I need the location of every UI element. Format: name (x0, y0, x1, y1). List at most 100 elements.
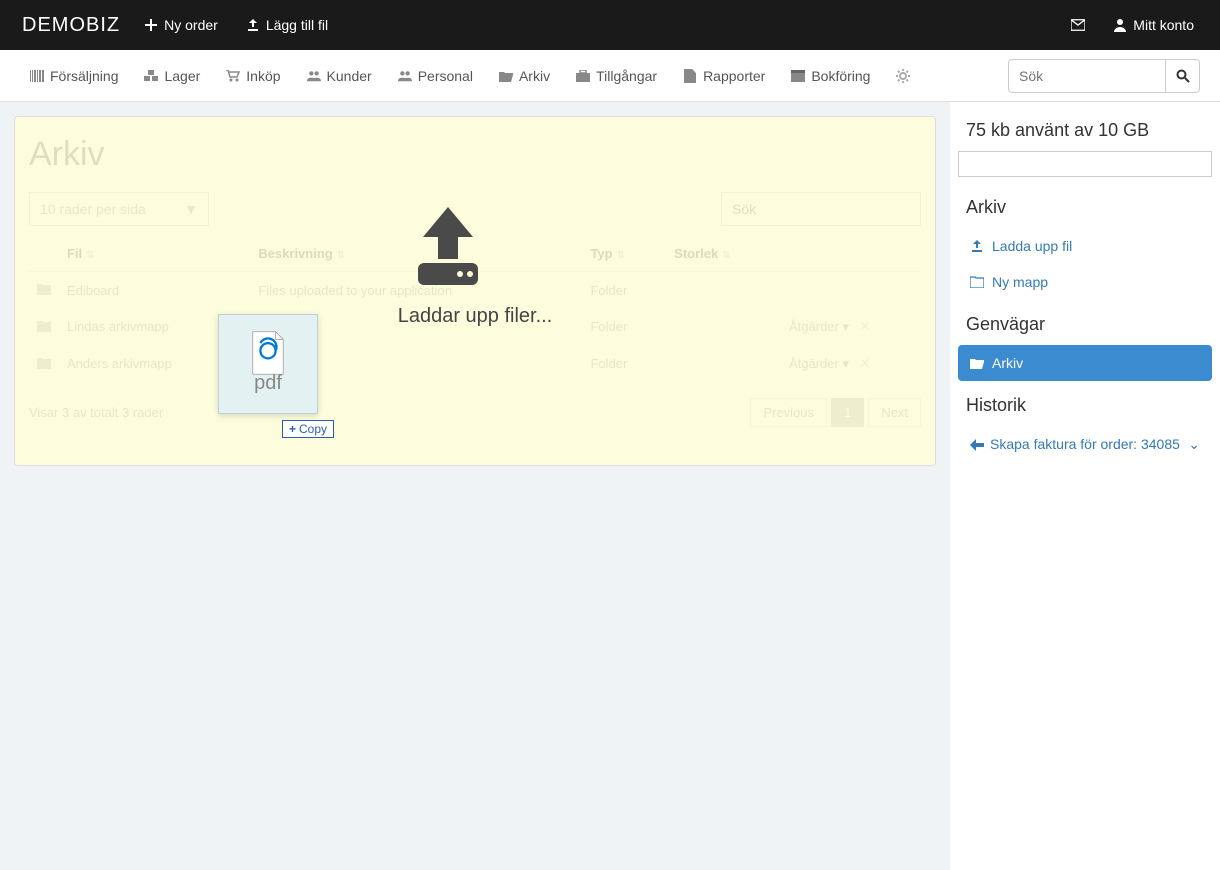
nav-personal[interactable]: Personal (388, 60, 483, 92)
next-page-button[interactable]: Next (868, 398, 921, 427)
nav-label: Rapporter (703, 68, 765, 84)
nav-kunder[interactable]: Kunder (297, 60, 382, 92)
app-logo[interactable]: DEMOBIZ (12, 14, 130, 37)
nav-forsaljning[interactable]: Försäljning (20, 60, 128, 92)
nav-bokforing[interactable]: Bokföring (781, 60, 880, 92)
row-actions-menu[interactable]: Åtgärder ▾ (789, 319, 849, 334)
edge-pdf-icon (249, 334, 287, 372)
copy-cursor-badge: + Copy (282, 420, 334, 438)
cart-icon (226, 69, 240, 83)
history-label: Skapa faktura för order: 34085 (990, 436, 1180, 452)
add-file-label: Lägg till fil (266, 17, 328, 33)
prev-page-button[interactable]: Previous (750, 398, 827, 427)
cubes-icon (144, 69, 158, 83)
mail-link[interactable] (1057, 0, 1099, 50)
sidebar-history-heading: Historik (958, 395, 1212, 416)
rows-per-page-select[interactable]: 10 rader per sida ▼ (29, 192, 209, 226)
my-account-link[interactable]: Mitt konto (1099, 0, 1208, 50)
file-type: Folder (582, 272, 666, 309)
nav-label: Kunder (327, 68, 372, 84)
sort-icon: ⇅ (337, 250, 345, 261)
table-filter-input[interactable] (721, 192, 921, 226)
nav-label: Försäljning (50, 68, 118, 84)
file-type: Folder (582, 308, 666, 345)
new-folder-link[interactable]: Ny mapp (958, 264, 1212, 300)
archive-panel: Arkiv 10 rader per sida ▼ Fil⇅ Beskrivni… (14, 116, 936, 466)
nav-label: Personal (418, 68, 473, 84)
page-number[interactable]: 1 (831, 398, 864, 427)
file-name: Ediboard (59, 272, 250, 309)
pdf-extension-label: pdf (254, 372, 282, 395)
nav-label: Bokföring (811, 68, 870, 84)
folder-open-icon (499, 69, 513, 83)
sidebar-shortcuts-heading: Genvägar (958, 314, 1212, 335)
folder-icon (37, 282, 51, 296)
file-table: Fil⇅ Beskrivning⇅ Typ⇅ Storlek⇅ Ediboard… (29, 236, 921, 382)
sort-icon: ⇅ (617, 250, 625, 261)
upload-file-link[interactable]: Ladda upp fil (958, 228, 1212, 264)
right-sidebar: 75 kb använt av 10 GB Arkiv Ladda upp fi… (950, 102, 1220, 870)
shortcut-arkiv[interactable]: Arkiv (958, 345, 1212, 381)
file-icon (683, 69, 697, 83)
file-type: Folder (582, 345, 666, 382)
table-status: Visar 3 av totalt 3 rader (29, 405, 163, 420)
col-file[interactable]: Fil⇅ (59, 236, 250, 272)
sidebar-arkiv-heading: Arkiv (958, 197, 1212, 218)
table-row[interactable]: Lindas arkivmapp Folder Åtgärder ▾✕ (29, 308, 921, 345)
folder-icon (37, 319, 51, 333)
envelope-icon (1071, 18, 1085, 32)
folder-icon (970, 275, 984, 289)
nav-arkiv[interactable]: Arkiv (489, 60, 560, 92)
nav-label: Arkiv (519, 68, 550, 84)
dragged-file-preview: pdf (218, 314, 318, 414)
add-file-link[interactable]: Lägg till fil (232, 0, 342, 50)
table-row[interactable]: Ediboard Files uploaded to your applicat… (29, 272, 921, 309)
search-button[interactable] (1166, 59, 1200, 93)
book-icon (791, 69, 805, 83)
delete-row-button[interactable]: ✕ (859, 318, 871, 334)
col-size[interactable]: Storlek⇅ (666, 236, 781, 272)
storage-filter-input[interactable] (958, 151, 1212, 177)
my-account-label: Mitt konto (1133, 17, 1194, 33)
shortcut-label: Arkiv (992, 355, 1023, 371)
sort-icon: ⇅ (722, 250, 730, 261)
row-actions-menu[interactable]: Åtgärder ▾ (789, 356, 849, 371)
chevron-down-icon: ▼ (184, 201, 198, 217)
arrow-left-icon (970, 438, 984, 452)
nav-label: Tillgångar (596, 68, 657, 84)
col-type[interactable]: Typ⇅ (582, 236, 666, 272)
barcode-icon (30, 69, 44, 83)
search-icon (1176, 69, 1190, 83)
delete-row-button[interactable]: ✕ (859, 355, 871, 371)
nav-inkop[interactable]: Inköp (216, 60, 290, 92)
file-desc: Files uploaded to your application (250, 272, 582, 309)
rows-per-page-label: 10 rader per sida (40, 201, 146, 217)
upload-icon (970, 239, 984, 253)
chevron-down-icon: ▾ (843, 319, 850, 334)
chevron-down-icon: ▾ (843, 356, 850, 371)
new-folder-label: Ny mapp (992, 274, 1048, 290)
new-order-link[interactable]: Ny order (130, 0, 232, 50)
col-desc[interactable]: Beskrivning⇅ (250, 236, 582, 272)
storage-usage: 75 kb använt av 10 GB (958, 120, 1212, 141)
plus-icon (144, 18, 158, 32)
chevron-down-icon[interactable]: ⌄ (1188, 436, 1200, 453)
search-input[interactable] (1008, 59, 1166, 93)
users-icon (307, 69, 321, 83)
nav-label: Lager (164, 68, 200, 84)
folder-icon (37, 356, 51, 370)
topbar: DEMOBIZ Ny order Lägg till fil Mitt kont… (0, 0, 1220, 50)
nav-rapporter[interactable]: Rapporter (673, 60, 775, 92)
global-search (1008, 59, 1200, 93)
upload-file-label: Ladda upp fil (992, 238, 1072, 254)
briefcase-icon (576, 69, 590, 83)
sort-icon: ⇅ (86, 250, 94, 261)
history-item[interactable]: Skapa faktura för order: 34085 ⌄ (958, 426, 1212, 463)
nav-settings[interactable] (886, 61, 920, 91)
copy-label: Copy (299, 422, 327, 436)
main-content: Arkiv 10 rader per sida ▼ Fil⇅ Beskrivni… (0, 102, 950, 870)
nav-tillgangar[interactable]: Tillgångar (566, 60, 667, 92)
table-row[interactable]: Anders arkivmapp Folder Åtgärder ▾✕ (29, 345, 921, 382)
nav-lager[interactable]: Lager (134, 60, 210, 92)
upload-icon (246, 18, 260, 32)
